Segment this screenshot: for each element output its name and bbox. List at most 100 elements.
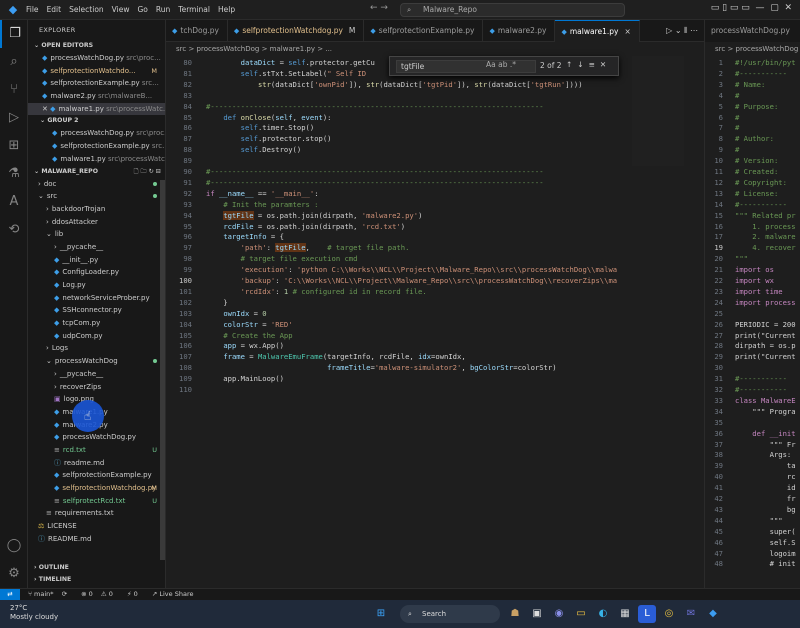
source-control-icon[interactable]: ⑂: [0, 76, 28, 104]
find-nav-icons[interactable]: ↑↓≡✕: [566, 60, 611, 69]
tree-item[interactable]: › __pycache__: [28, 241, 165, 254]
vscode-taskbar-icon[interactable]: ◆: [704, 605, 722, 623]
menu-item-terminal[interactable]: Terminal: [178, 5, 210, 14]
weather-widget[interactable]: 27°C Mostly cloudy: [10, 604, 58, 622]
menu-item-selection[interactable]: Selection: [69, 5, 104, 14]
editor-tab[interactable]: ◆ malware1.py ×: [555, 20, 640, 42]
repo-header[interactable]: ⌄ MALWARE_REPO 🗋 🗀 ↻ ⊟: [28, 166, 165, 178]
menu-item-edit[interactable]: Edit: [47, 5, 62, 14]
menu-item-go[interactable]: Go: [137, 5, 147, 14]
code-line: bg: [735, 504, 796, 514]
editor-tab[interactable]: ◆ selfprotectionWatchdog.py M: [228, 20, 365, 42]
timeline-header[interactable]: › TIMELINE: [28, 574, 165, 586]
breadcrumb[interactable]: src > processWatchDog > malware1.py > ..…: [166, 42, 704, 56]
open-editor-item[interactable]: ◆processWatchDog.py src\proc...: [28, 127, 165, 140]
right-tab[interactable]: processWatchDog.py: [705, 20, 798, 42]
app-l-icon[interactable]: L: [638, 605, 656, 623]
live-share-status[interactable]: ↗ Live Share: [152, 590, 200, 598]
tree-item[interactable]: ⓘ README.md: [28, 533, 165, 546]
tree-item[interactable]: › ddosAttacker: [28, 216, 165, 229]
editor-actions-icon[interactable]: ▷ ⌄ ⫴ ⋯: [660, 20, 704, 41]
modified-badge[interactable]: M: [349, 26, 355, 35]
branch-status[interactable]: ⑂ main* ⟳: [28, 590, 73, 598]
tree-item[interactable]: ◆ __init__.py: [28, 254, 165, 267]
tree-item[interactable]: ◆ SSHconnector.py: [28, 304, 165, 317]
edge-icon[interactable]: ◐: [594, 605, 612, 623]
widget-icon[interactable]: ☗: [506, 605, 524, 623]
open-editor-item[interactable]: ◆ selfprotectionWatchdo... M: [28, 65, 165, 78]
open-editors-header[interactable]: ⌄ OPEN EDITORS: [28, 40, 165, 52]
tree-item[interactable]: ⌄ lib: [28, 228, 165, 241]
open-editor-item[interactable]: ◆selfprotectionExample.py src...: [28, 77, 165, 90]
right-breadcrumb[interactable]: src > processWatchDog: [705, 42, 800, 56]
window-controls[interactable]: ▭ ▯ ▭ ▭ — ▢ ✕: [711, 3, 792, 13]
tree-item[interactable]: ≡ selfprotectRcd.txt U: [28, 495, 165, 508]
command-center-search[interactable]: ⌕ Malware_Repo: [400, 3, 625, 17]
menu-item-file[interactable]: File: [26, 5, 39, 14]
line-number: 99: [183, 265, 192, 275]
taskbar-search[interactable]: ⌕ Search: [400, 605, 500, 623]
find-options-icon[interactable]: Aa ab .*: [486, 60, 516, 69]
extensions-icon[interactable]: ⊞: [0, 132, 28, 160]
remote-indicator-icon[interactable]: ⇄: [0, 589, 20, 600]
tree-item[interactable]: ≡ rcd.txt U: [28, 444, 165, 457]
search-icon[interactable]: ⌕: [0, 48, 28, 76]
code-line: #!/usr/bin/pyt: [735, 58, 796, 67]
line-number: 34: [714, 406, 723, 416]
tree-item[interactable]: › Logs: [28, 342, 165, 355]
tree-item[interactable]: › backdoorTrojan: [28, 203, 165, 216]
tree-item[interactable]: ⚖ LICENSE: [28, 520, 165, 533]
open-editor-item[interactable]: ◆malware1.py src\processWatc...: [28, 153, 165, 166]
explorer-icon[interactable]: ❐: [0, 20, 28, 48]
tree-item[interactable]: ◆ selfprotectionExample.py: [28, 469, 165, 482]
tree-item[interactable]: ⌄ processWatchDog: [28, 355, 165, 368]
code-area[interactable]: 80 dataDict = self.protector.getCu 81 sel…: [166, 56, 636, 588]
file-explorer-icon[interactable]: ▭: [572, 605, 590, 623]
store-icon[interactable]: ▦: [616, 605, 634, 623]
menu-item-view[interactable]: View: [112, 5, 130, 14]
tree-item[interactable]: ◆ ConfigLoader.py: [28, 266, 165, 279]
teams-icon[interactable]: ✉: [682, 605, 700, 623]
tree-item[interactable]: ⓘ readme.md: [28, 457, 165, 470]
menu-item-help[interactable]: Help: [218, 5, 235, 14]
close-icon[interactable]: ×: [624, 27, 630, 36]
open-editor-item[interactable]: ◆processWatchDog.py src\proc...: [28, 52, 165, 65]
close-icon[interactable]: ✕: [42, 105, 50, 113]
problems-status[interactable]: ⊗ 0 ⚠ 0: [81, 590, 119, 598]
chat-icon[interactable]: ◉: [550, 605, 568, 623]
azure-icon[interactable]: A: [0, 188, 28, 216]
account-icon[interactable]: ◯: [0, 532, 28, 560]
tree-item[interactable]: ◆ tcpCom.py: [28, 317, 165, 330]
chrome-icon[interactable]: ◎: [660, 605, 678, 623]
tree-item[interactable]: ◆ Log.py: [28, 279, 165, 292]
nav-arrows-icon[interactable]: ← →: [370, 3, 388, 13]
run-debug-icon[interactable]: ▷: [0, 104, 28, 132]
open-editor-item[interactable]: ✕ ◆ malware1.py src\processWatc...: [28, 102, 165, 116]
minimap[interactable]: [632, 56, 684, 166]
task-view-icon[interactable]: ▣: [528, 605, 546, 623]
tree-item[interactable]: ◆ networkServiceProber.py: [28, 292, 165, 305]
tree-item[interactable]: ⌄ src: [28, 190, 165, 203]
tree-item[interactable]: ≡ requirements.txt: [28, 507, 165, 520]
remote-icon[interactable]: ⟲: [0, 216, 28, 244]
tree-item[interactable]: ◆ udpCom.py: [28, 330, 165, 343]
open-editor-item[interactable]: ◆ malware2.py src\malwareB...: [28, 90, 165, 103]
gear-icon[interactable]: ⚙: [0, 560, 28, 588]
editor-tab[interactable]: ◆ malware2.py: [483, 20, 556, 42]
tree-item[interactable]: ◆ selfprotectionWatchdog.py M: [28, 482, 165, 495]
line-number: 44: [714, 515, 723, 525]
tree-item[interactable]: ◆ processWatchDog.py: [28, 431, 165, 444]
explorer-actions-icon[interactable]: 🗋 🗀 ↻ ⊟: [134, 166, 161, 178]
open-editor-item[interactable]: ◆selfprotectionExample.py src...: [28, 140, 165, 153]
ports-status[interactable]: ⚡ 0: [127, 590, 144, 598]
tree-item[interactable]: › recoverZips: [28, 381, 165, 394]
testing-icon[interactable]: ⚗: [0, 160, 28, 188]
menu-item-run[interactable]: Run: [156, 5, 170, 14]
windows-start-icon[interactable]: ⊞: [372, 605, 390, 623]
tree-item[interactable]: › __pycache__: [28, 368, 165, 381]
editor-tab[interactable]: ◆ tchDog.py: [166, 20, 228, 42]
editor-tab[interactable]: ◆ selfprotectionExample.py: [364, 20, 484, 42]
outline-header[interactable]: › OUTLINE: [28, 562, 165, 574]
group2-header[interactable]: ⌄ GROUP 2: [28, 115, 165, 127]
tree-item[interactable]: › doc: [28, 178, 165, 191]
